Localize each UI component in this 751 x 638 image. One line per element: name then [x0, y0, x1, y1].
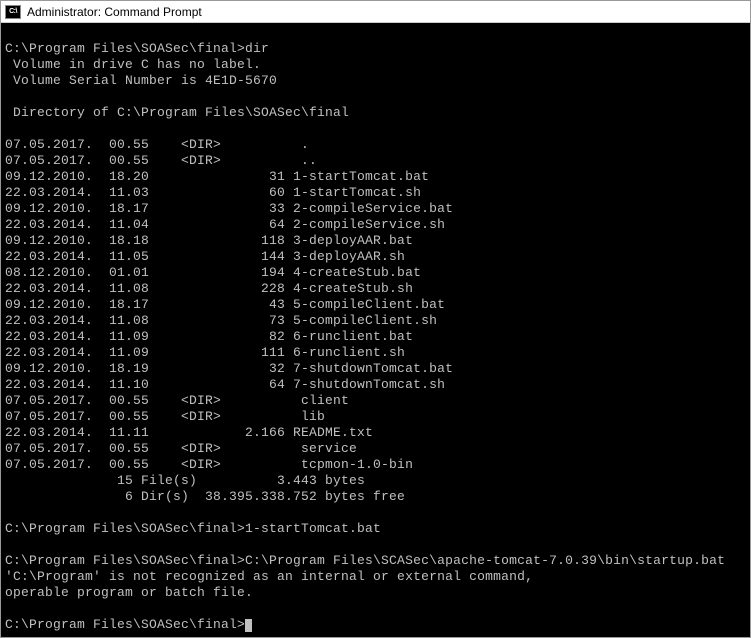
prompt-line: C:\Program Files\SOASec\final> — [5, 617, 245, 632]
cursor[interactable] — [245, 619, 252, 632]
terminal[interactable]: C:\Program Files\SOASec\final>dir Volume… — [1, 23, 750, 637]
titlebar[interactable]: C:\ Administrator: Command Prompt — [1, 1, 750, 23]
cmd-icon: C:\ — [5, 5, 21, 19]
window-title: Administrator: Command Prompt — [27, 5, 202, 19]
cmd-window: C:\ Administrator: Command Prompt C:\Pro… — [0, 0, 751, 638]
